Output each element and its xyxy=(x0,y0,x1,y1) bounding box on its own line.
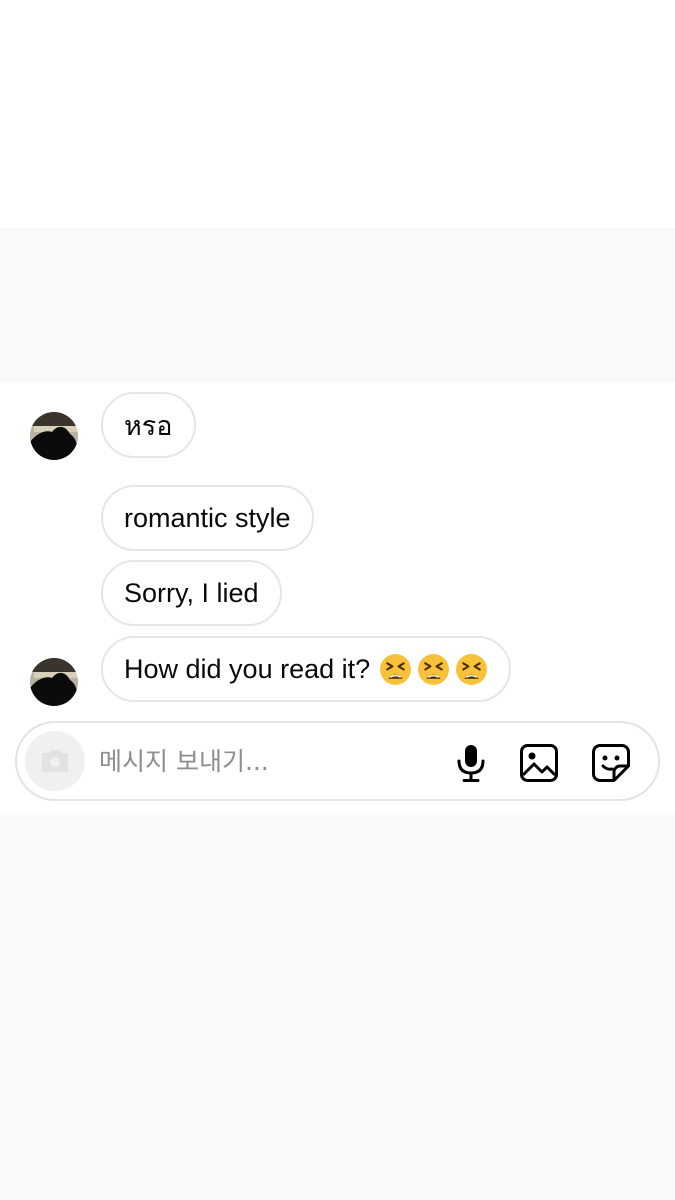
message-text: Sorry, I lied xyxy=(124,577,259,608)
message-text: How did you read it? xyxy=(124,653,371,684)
sticker-icon xyxy=(592,744,630,782)
message-bubble[interactable]: หรอ xyxy=(101,392,196,458)
sticker-button[interactable] xyxy=(589,741,633,785)
message-text: romantic style xyxy=(124,502,291,533)
tired-face-emoji xyxy=(456,653,488,685)
emoji-group xyxy=(374,653,488,686)
voice-button[interactable] xyxy=(449,741,493,785)
message-text: หรอ xyxy=(124,410,173,441)
bottom-blank-area xyxy=(0,815,675,1200)
dm-screen: หรอ romantic style Sorry, I lied How did… xyxy=(0,0,675,1200)
camera-button[interactable] xyxy=(25,731,85,791)
avatar[interactable] xyxy=(30,412,78,460)
microphone-icon xyxy=(457,745,485,782)
gallery-icon xyxy=(520,744,558,782)
avatar[interactable] xyxy=(30,658,78,706)
gray-gap-area xyxy=(0,228,675,383)
message-composer xyxy=(15,721,660,801)
message-input[interactable] xyxy=(99,739,429,783)
tired-face-emoji xyxy=(380,653,412,685)
message-bubble[interactable]: Sorry, I lied xyxy=(101,560,282,626)
gallery-button[interactable] xyxy=(517,741,561,785)
message-bubble[interactable]: romantic style xyxy=(101,485,314,551)
camera-icon xyxy=(42,750,68,772)
top-blank-area xyxy=(0,0,675,228)
tired-face-emoji xyxy=(418,653,450,685)
message-bubble[interactable]: How did you read it? xyxy=(101,636,512,702)
